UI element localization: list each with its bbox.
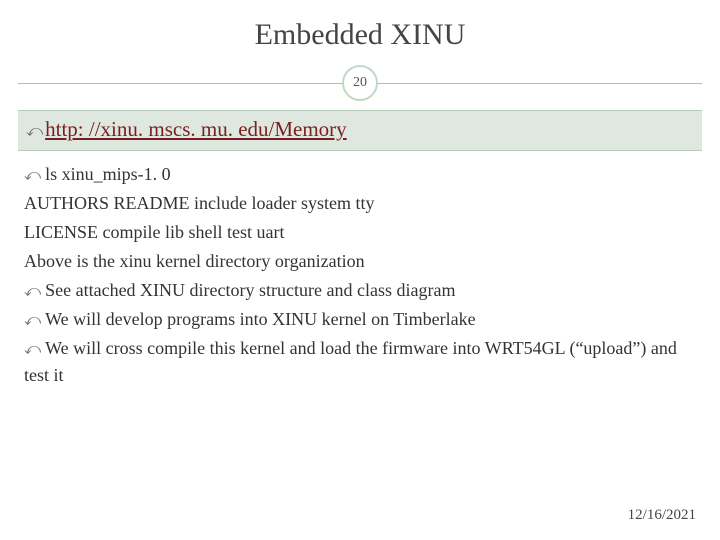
link-band: ⤺http: //xinu. mscs. mu. edu/Memory [18,110,702,151]
body-text: We will cross compile this kernel and lo… [24,338,677,385]
body-line: AUTHORS README include loader system tty [24,190,696,217]
body-content: ⤺ls xinu_mips-1. 0 AUTHORS README includ… [24,161,696,389]
body-text: See attached XINU directory structure an… [45,280,455,300]
bullet-icon: ⤺ [26,123,43,141]
bullet-icon: ⤺ [24,341,41,358]
slide: Embedded XINU 20 ⤺http: //xinu. mscs. mu… [0,0,720,540]
bullet-icon: ⤺ [24,167,41,184]
body-text: ls xinu_mips-1. 0 [45,164,171,184]
body-line: ⤺We will develop programs into XINU kern… [24,306,696,333]
body-line: ⤺We will cross compile this kernel and l… [24,335,696,389]
body-line: ⤺ls xinu_mips-1. 0 [24,161,696,188]
bullet-icon: ⤺ [24,312,41,329]
slide-date: 12/16/2021 [628,507,696,524]
body-line: ⤺See attached XINU directory structure a… [24,277,696,304]
slide-title: Embedded XINU [0,0,720,66]
body-text: We will develop programs into XINU kerne… [45,309,475,329]
page-number-badge: 20 [342,65,378,101]
body-line: Above is the xinu kernel directory organ… [24,248,696,275]
title-divider: 20 [18,66,702,100]
page-number: 20 [353,75,367,91]
memory-link[interactable]: http: //xinu. mscs. mu. edu/Memory [45,117,347,141]
body-line: LICENSE compile lib shell test uart [24,219,696,246]
bullet-icon: ⤺ [24,283,41,300]
